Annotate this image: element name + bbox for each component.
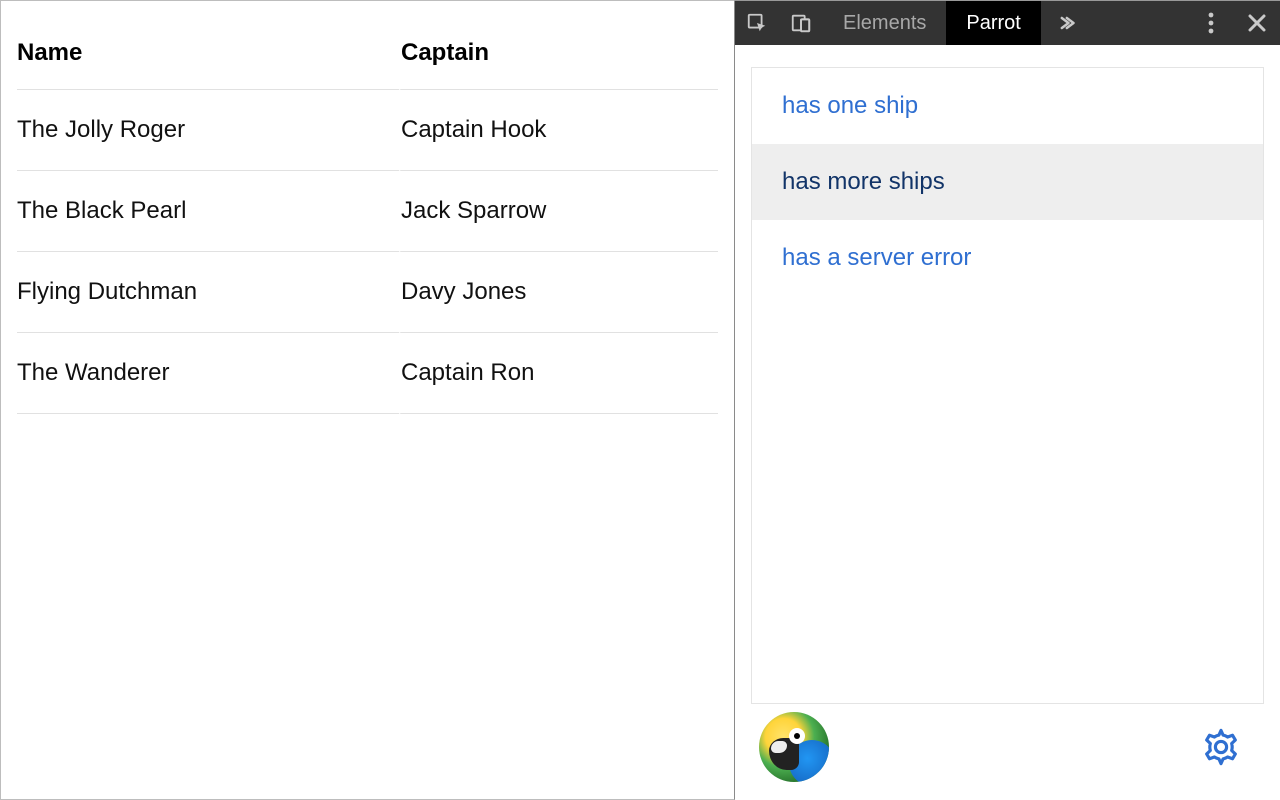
settings-gear-icon[interactable]	[1200, 726, 1242, 768]
more-tabs-icon[interactable]	[1041, 1, 1091, 45]
column-header-name: Name	[17, 11, 399, 90]
page-content: Name Captain The Jolly Roger Captain Hoo…	[0, 0, 735, 800]
cell-ship-name: The Wanderer	[17, 333, 399, 414]
scenario-item[interactable]: has more ships	[752, 144, 1263, 220]
kebab-menu-icon[interactable]	[1188, 1, 1234, 45]
tab-parrot-label: Parrot	[966, 12, 1020, 35]
table-row: Flying Dutchman Davy Jones	[17, 252, 718, 333]
scenario-label: has more ships	[782, 168, 945, 195]
inspect-element-icon[interactable]	[735, 1, 779, 45]
tab-elements-label: Elements	[843, 12, 926, 35]
close-icon[interactable]	[1234, 1, 1280, 45]
column-header-captain: Captain	[399, 11, 718, 90]
tab-parrot[interactable]: Parrot	[946, 1, 1040, 45]
scenario-item[interactable]: has a server error	[752, 220, 1263, 296]
cell-captain: Davy Jones	[399, 252, 718, 333]
app-root: Name Captain The Jolly Roger Captain Hoo…	[0, 0, 1280, 800]
table-header-row: Name Captain	[17, 11, 718, 90]
cell-captain: Jack Sparrow	[399, 171, 718, 252]
table-row: The Black Pearl Jack Sparrow	[17, 171, 718, 252]
ships-table: Name Captain The Jolly Roger Captain Hoo…	[17, 11, 718, 414]
cell-ship-name: The Jolly Roger	[17, 90, 399, 171]
parrot-panel-body: has one ship has more ships has a server…	[735, 45, 1280, 800]
scenario-label: has a server error	[782, 244, 971, 271]
cell-ship-name: The Black Pearl	[17, 171, 399, 252]
device-toolbar-icon[interactable]	[779, 1, 823, 45]
scenario-label: has one ship	[782, 92, 918, 119]
scenario-item[interactable]: has one ship	[752, 68, 1263, 144]
table-row: The Wanderer Captain Ron	[17, 333, 718, 414]
cell-captain: Captain Ron	[399, 333, 718, 414]
parrot-panel-footer	[751, 704, 1264, 784]
scenario-list: has one ship has more ships has a server…	[751, 67, 1264, 704]
table-row: The Jolly Roger Captain Hook	[17, 90, 718, 171]
parrot-logo-icon	[759, 712, 829, 782]
tabbar-spacer	[1091, 1, 1188, 45]
tab-elements[interactable]: Elements	[823, 1, 946, 45]
cell-captain: Captain Hook	[399, 90, 718, 171]
cell-ship-name: Flying Dutchman	[17, 252, 399, 333]
devtools-panel: Elements Parrot	[735, 0, 1280, 800]
devtools-tabbar: Elements Parrot	[735, 1, 1280, 45]
